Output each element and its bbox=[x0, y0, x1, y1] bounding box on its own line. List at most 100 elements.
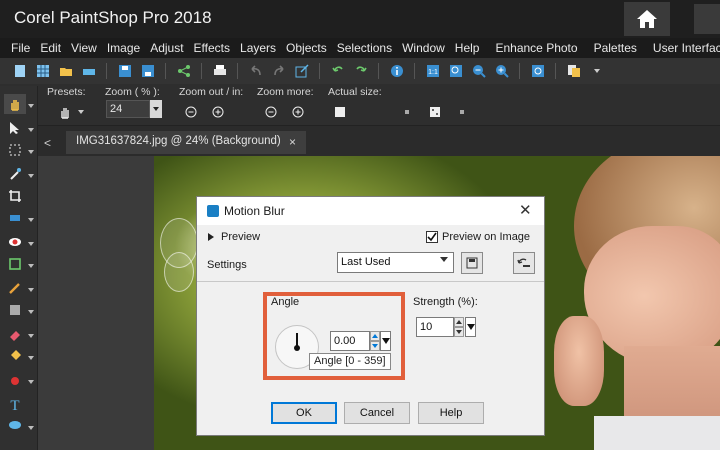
dropper-tool[interactable] bbox=[4, 164, 26, 184]
chevron-down-icon[interactable] bbox=[28, 218, 34, 222]
menu-selections[interactable]: Selections bbox=[332, 41, 397, 55]
help-button[interactable]: Help bbox=[418, 402, 484, 424]
brush-tool[interactable] bbox=[4, 278, 26, 298]
menu-layers[interactable]: Layers bbox=[235, 41, 281, 55]
chevron-down-icon[interactable] bbox=[28, 288, 34, 292]
document-tab[interactable]: IMG31637824.jpg @ 24% (Background) bbox=[66, 131, 306, 154]
ok-button[interactable]: OK bbox=[271, 402, 337, 424]
color-replacer-tool[interactable] bbox=[4, 370, 26, 390]
chevron-down-icon[interactable] bbox=[28, 128, 34, 132]
settings-select[interactable]: Last Used bbox=[337, 252, 454, 273]
pick-tool[interactable] bbox=[4, 118, 26, 138]
strength-input[interactable]: 10 bbox=[416, 317, 454, 337]
chevron-down-icon[interactable] bbox=[440, 257, 448, 262]
angle-decrease-button[interactable] bbox=[370, 341, 380, 351]
scanner-icon[interactable] bbox=[79, 62, 98, 81]
reset-button[interactable] bbox=[513, 252, 535, 274]
chevron-down-icon[interactable] bbox=[28, 242, 34, 246]
cancel-button[interactable]: Cancel bbox=[344, 402, 410, 424]
open-folder-icon[interactable] bbox=[56, 62, 75, 81]
copy-icon[interactable] bbox=[564, 62, 583, 81]
menu-enhance-photo[interactable]: Enhance Photo bbox=[490, 41, 582, 55]
chevron-down-icon[interactable] bbox=[28, 356, 34, 360]
menu-palettes[interactable]: Palettes bbox=[589, 41, 642, 55]
chevron-down-icon[interactable] bbox=[28, 150, 34, 154]
chevron-down-icon[interactable] bbox=[28, 104, 34, 108]
chevron-down-icon[interactable] bbox=[28, 334, 34, 338]
strength-decrease-button[interactable] bbox=[454, 327, 464, 337]
straighten-tool[interactable] bbox=[4, 208, 26, 228]
zoom-more-out-icon[interactable] bbox=[262, 104, 280, 120]
fill-tool[interactable] bbox=[4, 346, 26, 366]
rotate-right-icon[interactable] bbox=[351, 62, 370, 81]
text-tool[interactable]: T bbox=[4, 394, 26, 414]
chevron-right-icon[interactable] bbox=[208, 233, 214, 241]
menu-adjust[interactable]: Adjust bbox=[145, 41, 188, 55]
new-file-icon[interactable] bbox=[10, 62, 29, 81]
menu-objects[interactable]: Objects bbox=[281, 41, 332, 55]
menu-view[interactable]: View bbox=[66, 41, 102, 55]
chevron-down-icon[interactable] bbox=[28, 310, 34, 314]
zoom-dropdown-button[interactable] bbox=[150, 100, 162, 118]
options-small-icon[interactable] bbox=[453, 104, 471, 120]
options-dice-icon[interactable] bbox=[426, 104, 444, 120]
zoom-out-icon[interactable] bbox=[469, 62, 488, 81]
tab-scroll-left[interactable]: < bbox=[44, 136, 51, 150]
zoom-input[interactable]: 24 bbox=[106, 100, 150, 118]
actual-size-button-icon[interactable] bbox=[331, 104, 349, 120]
gradient-tool[interactable] bbox=[4, 300, 26, 320]
print-icon[interactable] bbox=[210, 62, 229, 81]
save-icon[interactable] bbox=[115, 62, 134, 81]
angle-spinner[interactable] bbox=[370, 331, 380, 351]
strength-dropdown-button[interactable] bbox=[465, 317, 476, 337]
menu-effects[interactable]: Effects bbox=[189, 41, 235, 55]
eraser-tool[interactable] bbox=[4, 324, 26, 344]
preview-toggle[interactable]: Preview bbox=[221, 231, 260, 243]
actual-size-icon[interactable]: 1:1 bbox=[423, 62, 442, 81]
menu-help[interactable]: Help bbox=[450, 41, 485, 55]
red-eye-tool[interactable] bbox=[4, 232, 26, 252]
angle-input[interactable]: 0.00 bbox=[330, 331, 370, 351]
menu-image[interactable]: Image bbox=[102, 41, 145, 55]
selection-tool[interactable] bbox=[4, 140, 26, 160]
redo-icon[interactable] bbox=[269, 62, 288, 81]
chevron-down-icon[interactable] bbox=[72, 104, 90, 120]
options-small-icon[interactable] bbox=[398, 104, 416, 120]
chevron-down-icon[interactable] bbox=[587, 62, 606, 81]
window-controls[interactable] bbox=[694, 4, 720, 34]
zoom-in-icon[interactable] bbox=[492, 62, 511, 81]
fit-image-icon[interactable] bbox=[528, 62, 547, 81]
zoom-out-button-icon[interactable] bbox=[182, 104, 200, 120]
info-icon[interactable] bbox=[387, 62, 406, 81]
zoom-more-in-icon[interactable] bbox=[289, 104, 307, 120]
zoom-in-button-icon[interactable] bbox=[209, 104, 227, 120]
close-tab-icon[interactable]: × bbox=[289, 135, 296, 149]
pan-tool[interactable] bbox=[4, 94, 26, 114]
dialog-close-icon[interactable]: ✕ bbox=[519, 201, 532, 219]
angle-dropdown-button[interactable] bbox=[380, 331, 391, 351]
menu-edit[interactable]: Edit bbox=[35, 41, 66, 55]
menu-file[interactable]: File bbox=[6, 41, 35, 55]
save-preset-button[interactable] bbox=[461, 252, 483, 274]
makeover-tool[interactable] bbox=[4, 254, 26, 274]
save-as-icon[interactable] bbox=[138, 62, 157, 81]
strength-increase-button[interactable] bbox=[454, 317, 464, 327]
chevron-down-icon[interactable] bbox=[28, 380, 34, 384]
menu-user-interface[interactable]: User Interface bbox=[648, 41, 720, 55]
menu-window[interactable]: Window bbox=[397, 41, 450, 55]
preview-on-image-checkbox[interactable] bbox=[426, 231, 438, 243]
share-icon[interactable] bbox=[174, 62, 193, 81]
angle-increase-button[interactable] bbox=[370, 331, 380, 341]
new-grid-icon[interactable] bbox=[33, 62, 52, 81]
shape-tool[interactable] bbox=[4, 416, 26, 436]
chevron-down-icon[interactable] bbox=[28, 174, 34, 178]
strength-spinner[interactable] bbox=[454, 317, 464, 337]
rotate-left-icon[interactable] bbox=[328, 62, 347, 81]
crop-tool[interactable] bbox=[4, 186, 26, 206]
undo-icon[interactable] bbox=[246, 62, 265, 81]
home-button[interactable] bbox=[624, 2, 670, 36]
fit-window-icon[interactable] bbox=[446, 62, 465, 81]
resize-icon[interactable] bbox=[292, 62, 311, 81]
chevron-down-icon[interactable] bbox=[28, 426, 34, 430]
chevron-down-icon[interactable] bbox=[28, 264, 34, 268]
